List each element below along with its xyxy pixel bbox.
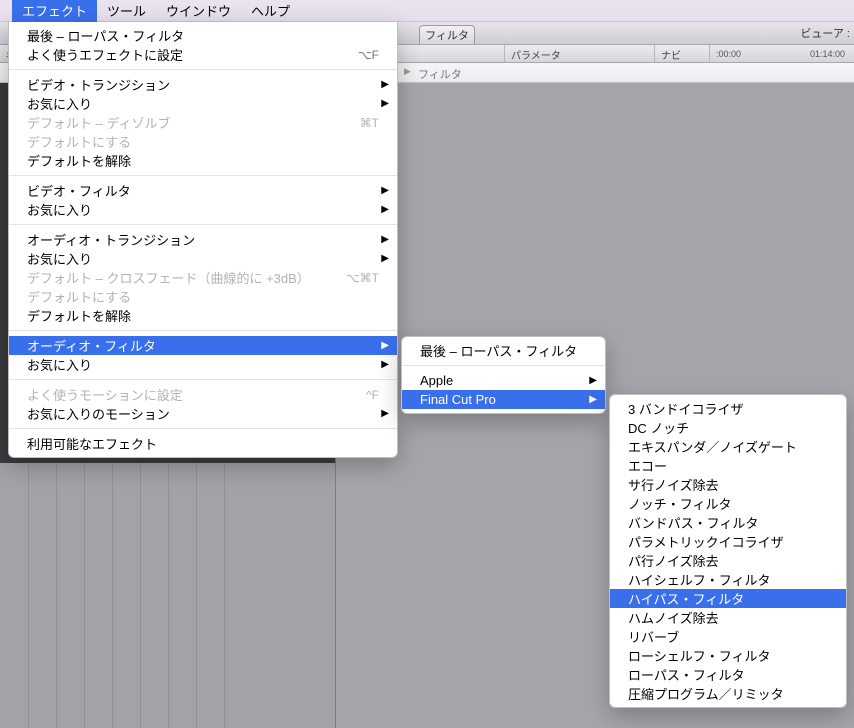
col-parameter[interactable]: パラメータ: [505, 45, 655, 62]
effect-menu: 最後 – ローパス・フィルタ よく使うエフェクトに設定⌥F ビデオ・トランジショ…: [8, 22, 398, 458]
audio-filter-submenu: 最後 – ローパス・フィルタ Apple▶ Final Cut Pro▶: [401, 336, 606, 414]
menu-separator: [9, 379, 397, 380]
menu-audio-transition[interactable]: オーディオ・トランジション▶: [9, 230, 397, 249]
col-nav[interactable]: ナビ: [655, 45, 710, 62]
shortcut-label: ⌥⌘T: [346, 271, 379, 285]
menu-separator: [9, 330, 397, 331]
shortcut-label: ^F: [366, 388, 379, 402]
filter-item[interactable]: サ行ノイズ除去: [610, 475, 846, 494]
shortcut-label: ⌥F: [358, 48, 379, 62]
menubar-tool[interactable]: ツール: [97, 0, 156, 22]
menu-set-favorite[interactable]: よく使うエフェクトに設定⌥F: [9, 45, 397, 64]
filter-item[interactable]: DC ノッチ: [610, 418, 846, 437]
track-columns: [0, 463, 335, 728]
submenu-arrow-icon: ▶: [589, 394, 597, 405]
submenu-arrow-icon: ▶: [381, 359, 389, 370]
menu-last-effect[interactable]: 最後 – ローパス・フィルタ: [9, 26, 397, 45]
disclosure-arrow-icon[interactable]: ▶: [404, 66, 411, 77]
menubar: エフェクト ツール ウインドウ ヘルプ: [0, 0, 854, 22]
timecode-later: 01:14:00: [810, 49, 845, 59]
filter-item[interactable]: ハムノイズ除去: [610, 608, 846, 627]
filter-item[interactable]: 3 バンドイコライザ: [610, 399, 846, 418]
filter-item[interactable]: リバーブ: [610, 627, 846, 646]
timeline-ruler: :00:00 01:14:00: [710, 45, 854, 63]
menu-separator: [9, 69, 397, 70]
menu-favorites-vf[interactable]: お気に入り▶: [9, 200, 397, 219]
submenu-arrow-icon: ▶: [381, 98, 389, 109]
filter-item[interactable]: ローパス・フィルタ: [610, 665, 846, 684]
submenu-arrow-icon: ▶: [381, 79, 389, 90]
viewer-label: ビューア :: [800, 25, 850, 41]
menu-separator: [9, 224, 397, 225]
menubar-help[interactable]: ヘルプ: [241, 0, 300, 22]
submenu-final-cut-pro[interactable]: Final Cut Pro▶: [402, 390, 605, 409]
final-cut-pro-submenu: 3 バンドイコライザDC ノッチエキスパンダ／ノイズゲートエコーサ行ノイズ除去ノ…: [609, 394, 847, 708]
filter-item[interactable]: パ行ノイズ除去: [610, 551, 846, 570]
menu-default-dissolve: デフォルト – ディゾルブ⌘T: [9, 113, 397, 132]
menu-separator: [9, 428, 397, 429]
filter-item[interactable]: 圧縮プログラム／リミッタ: [610, 684, 846, 703]
submenu-arrow-icon: ▶: [589, 375, 597, 386]
menu-video-filter[interactable]: ビデオ・フィルタ▶: [9, 181, 397, 200]
filter-item[interactable]: ノッチ・フィルタ: [610, 494, 846, 513]
menubar-window[interactable]: ウインドウ: [156, 0, 241, 22]
menu-clear-default-at[interactable]: デフォルトを解除: [9, 306, 397, 325]
menu-set-motion-favorite: よく使うモーションに設定^F: [9, 385, 397, 404]
submenu-arrow-icon: ▶: [381, 234, 389, 245]
menu-audio-filter[interactable]: オーディオ・フィルタ▶: [9, 336, 397, 355]
menu-default-crossfade: デフォルト – クロスフェード（曲線的に +3dB）⌥⌘T: [9, 268, 397, 287]
shortcut-label: ⌘T: [360, 116, 379, 130]
timecode-start: :00:00: [716, 49, 741, 59]
menubar-effect[interactable]: エフェクト: [12, 0, 97, 22]
menu-favorite-motion[interactable]: お気に入りのモーション▶: [9, 404, 397, 423]
filter-item[interactable]: ハイシェルフ・フィルタ: [610, 570, 846, 589]
submenu-arrow-icon: ▶: [381, 204, 389, 215]
filter-item[interactable]: ハイパス・フィルタ: [610, 589, 846, 608]
menu-favorites-af[interactable]: お気に入り▶: [9, 355, 397, 374]
menu-favorites-vt[interactable]: お気に入り▶: [9, 94, 397, 113]
submenu-arrow-icon: ▶: [381, 340, 389, 351]
menu-set-default-at: デフォルトにする: [9, 287, 397, 306]
submenu-arrow-icon: ▶: [381, 185, 389, 196]
filter-row-label: フィルタ: [418, 66, 462, 82]
submenu-arrow-icon: ▶: [381, 253, 389, 264]
submenu-last-effect[interactable]: 最後 – ローパス・フィルタ: [402, 341, 605, 360]
menu-clear-default-vt[interactable]: デフォルトを解除: [9, 151, 397, 170]
filter-item[interactable]: パラメトリックイコライザ: [610, 532, 846, 551]
menu-available-effects[interactable]: 利用可能なエフェクト: [9, 434, 397, 453]
filter-item[interactable]: バンドパス・フィルタ: [610, 513, 846, 532]
menu-separator: [402, 365, 605, 366]
menu-video-transition[interactable]: ビデオ・トランジション▶: [9, 75, 397, 94]
submenu-apple[interactable]: Apple▶: [402, 371, 605, 390]
filter-item[interactable]: エキスパンダ／ノイズゲート: [610, 437, 846, 456]
filter-item[interactable]: ローシェルフ・フィルタ: [610, 646, 846, 665]
menu-favorites-at[interactable]: お気に入り▶: [9, 249, 397, 268]
tab-filter[interactable]: フィルタ: [419, 25, 475, 44]
filter-item[interactable]: エコー: [610, 456, 846, 475]
menu-separator: [9, 175, 397, 176]
menu-set-default-vt: デフォルトにする: [9, 132, 397, 151]
submenu-arrow-icon: ▶: [381, 408, 389, 419]
